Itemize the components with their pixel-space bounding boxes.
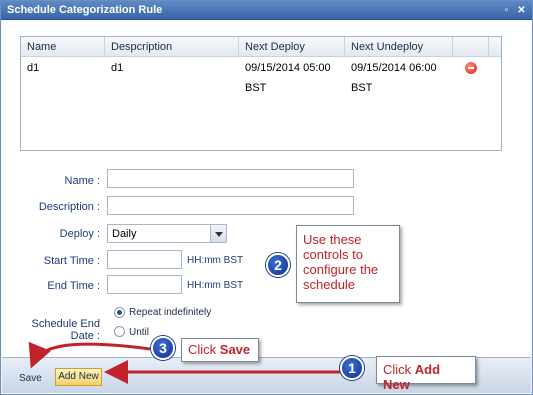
callout-2-line-4: schedule (303, 277, 356, 292)
callout-2-line-3: configure the (303, 262, 379, 277)
annotation-arrows (28, 341, 340, 384)
callout-configure-controls: Use these controls to configure the sche… (296, 225, 400, 303)
callout-click-save: Click Save (181, 338, 259, 362)
step-2-badge: 2 (266, 253, 290, 277)
callout-click-add-new: Click Add New (376, 356, 476, 392)
step-1-badge: 1 (340, 356, 364, 380)
callout-2-line-1: Use these (303, 232, 362, 247)
callout-1-prefix: Click (383, 362, 415, 377)
step-3-badge: 3 (151, 336, 175, 360)
callout-3-prefix: Click (188, 342, 220, 357)
arrow-to-save (28, 341, 151, 369)
callout-2-line-2: controls to (303, 247, 363, 262)
callout-3-bold: Save (219, 342, 251, 357)
